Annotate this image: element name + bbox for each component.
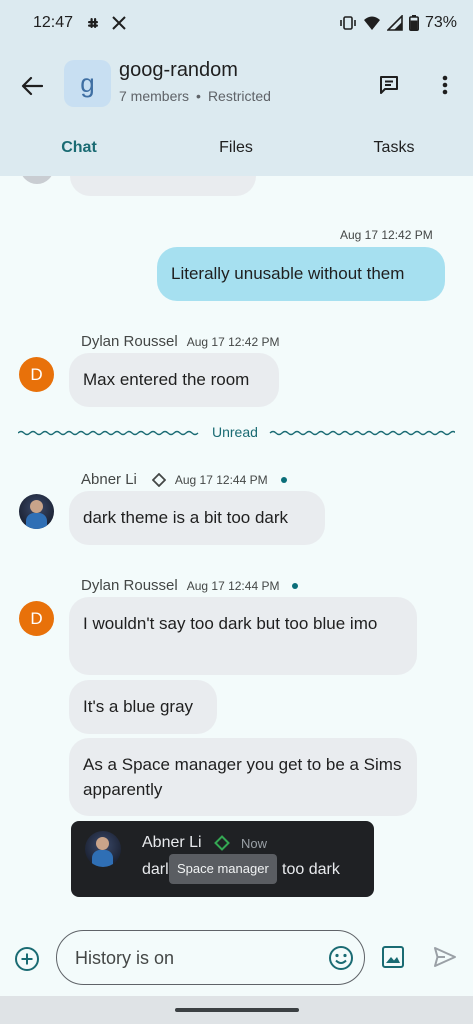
unread-dot [292, 582, 299, 589]
emoji-button[interactable] [327, 944, 355, 972]
avatar[interactable]: D [19, 357, 54, 392]
message-timestamp: Aug 17 12:42 PM [340, 228, 433, 242]
separator-dot: • [196, 88, 201, 104]
message-bubble[interactable]: I wouldn't say too dark but too blue imo [69, 597, 417, 675]
member-count: 7 members [119, 88, 190, 104]
unread-divider: Unread [18, 422, 455, 444]
add-circle-icon [13, 945, 41, 973]
space-title[interactable]: goog-random [119, 59, 238, 82]
message-bubble-partial[interactable] [70, 176, 256, 196]
battery-percent: 73% [424, 14, 457, 31]
message-list[interactable]: Aug 17 12:42 PM Literally unusable witho… [0, 176, 473, 920]
access-level: Restricted [207, 88, 271, 104]
threads-button[interactable] [372, 68, 406, 102]
avatar[interactable] [19, 494, 54, 529]
unread-dot [280, 476, 287, 483]
system-nav-bar [0, 996, 473, 1024]
space-manager-icon [151, 472, 166, 487]
message-bubble[interactable]: Max entered the room [69, 353, 279, 407]
unread-label: Unread [212, 424, 258, 440]
avatar [85, 831, 121, 867]
more-vert-icon [442, 74, 448, 96]
message-input[interactable] [75, 945, 315, 971]
tooltip-space-manager: Space manager [169, 854, 277, 884]
emoji-icon [327, 944, 355, 972]
message-input-container [56, 930, 365, 985]
back-button[interactable] [14, 68, 50, 104]
app-bar: g goog-random 7 members • Restricted [0, 46, 473, 132]
message-header: Dylan Roussel Aug 17 12:42 PM [81, 333, 279, 350]
new-message-toast[interactable]: Abner Li Now darl too dark Space manager [71, 821, 374, 897]
sender-name[interactable]: Dylan Roussel [81, 333, 178, 350]
arrow-back-icon [21, 76, 43, 96]
battery-icon [408, 15, 419, 31]
x-icon [111, 15, 127, 31]
status-bar: 12:47 73% [0, 0, 473, 46]
status-time: 12:47 [33, 14, 74, 31]
message-timestamp: Aug 17 12:44 PM [186, 578, 280, 593]
message-composer [0, 920, 473, 996]
tab-tasks[interactable]: Tasks [335, 132, 453, 176]
space-avatar: g [64, 60, 111, 107]
tab-bar: Chat Files Tasks [0, 132, 473, 176]
add-attachment-button[interactable] [13, 945, 41, 973]
message-bubble[interactable]: Literally unusable without them [157, 247, 445, 301]
wifi-icon [363, 15, 381, 31]
toast-text-start: darl [142, 861, 169, 878]
avatar[interactable]: D [19, 601, 54, 636]
space-manager-icon[interactable] [214, 835, 230, 851]
vibrate-icon [339, 15, 357, 31]
sender-name[interactable]: Dylan Roussel [81, 577, 178, 594]
send-button[interactable] [432, 944, 460, 972]
message-header: Abner Li Aug 17 12:44 PM [81, 471, 287, 488]
add-image-button[interactable] [380, 944, 408, 972]
more-options-button[interactable] [428, 68, 462, 102]
message-header: Dylan Roussel Aug 17 12:44 PM [81, 577, 299, 594]
avatar [20, 176, 54, 184]
home-gesture-handle[interactable] [175, 1008, 299, 1012]
tab-chat[interactable]: Chat [20, 132, 138, 176]
send-icon [432, 944, 460, 970]
message-timestamp: Aug 17 12:42 PM [186, 334, 280, 349]
sender-name[interactable]: Abner Li [81, 471, 137, 488]
toast-text-end: too dark [282, 861, 340, 878]
message-bubble[interactable]: As a Space manager you get to be a Sims … [69, 738, 417, 816]
toast-sender-name: Abner Li [142, 834, 202, 851]
tab-files[interactable]: Files [177, 132, 295, 176]
space-subtitle: 7 members • Restricted [119, 88, 271, 104]
slack-icon [85, 15, 101, 31]
image-icon [380, 944, 408, 970]
threads-icon [378, 74, 400, 96]
message-timestamp: Aug 17 12:44 PM [174, 472, 268, 487]
toast-time: Now [241, 836, 268, 851]
signal-icon [386, 15, 403, 31]
message-bubble[interactable]: It's a blue gray [69, 680, 217, 734]
message-bubble[interactable]: dark theme is a bit too dark [69, 491, 325, 545]
